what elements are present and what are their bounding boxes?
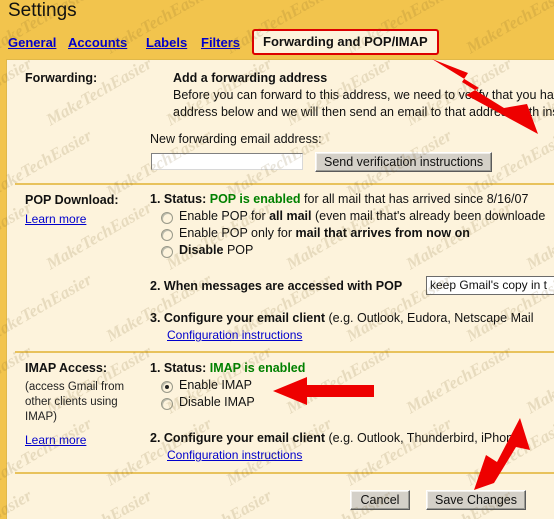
tab-accounts[interactable]: Accounts [68, 35, 127, 50]
cancel-button[interactable]: Cancel [350, 490, 410, 510]
imap-step2-rest: (e.g. Outlook, Thunderbird, iPhone) [325, 431, 525, 445]
imap-configuration-instructions-link[interactable]: Configuration instructions [167, 448, 302, 462]
settings-screenshot: Settings General Accounts Labels Filters… [0, 0, 554, 519]
page-title: Settings [8, 0, 77, 21]
pop-step3-line: 3. Configure your email client (e.g. Out… [150, 310, 533, 327]
radio-enable-imap[interactable] [161, 381, 173, 393]
divider-forwarding-pop [15, 183, 554, 185]
label-enable-imap: Enable IMAP [179, 378, 252, 392]
radio-disable-pop[interactable] [161, 246, 173, 258]
pop-status-prefix: 1. Status: [150, 192, 207, 206]
label-enable-pop-from-now-on: Enable POP only for mail that arrives fr… [179, 226, 470, 240]
new-forwarding-address-label: New forwarding email address: [150, 132, 322, 146]
forwarding-description-line-1: Before you can forward to this address, … [173, 88, 554, 102]
imap-learn-more-link[interactable]: Learn more [25, 433, 86, 447]
pop-option-0-post: (even mail that's already been downloade [311, 209, 546, 223]
pop-learn-more-link[interactable]: Learn more [25, 212, 86, 226]
imap-status-line: 1. Status: IMAP is enabled [150, 360, 305, 377]
imap-step2-bold: 2. Configure your email client [150, 431, 326, 445]
imap-section-label: IMAP Access: [25, 361, 107, 375]
pop-option-1-bold: mail that arrives from now on [295, 226, 470, 240]
forwarding-heading: Add a forwarding address [173, 71, 328, 85]
settings-content-panel: Forwarding: Add a forwarding address Bef… [6, 59, 554, 519]
pop-step3-bold: 3. Configure your email client [150, 311, 326, 325]
imap-status-value: IMAP is enabled [209, 361, 306, 375]
forwarding-section-label: Forwarding: [25, 71, 98, 85]
tab-forwarding-and-pop-imap[interactable]: Forwarding and POP/IMAP [252, 29, 439, 55]
pop-option-0-pre: Enable POP for [179, 209, 270, 223]
radio-disable-imap[interactable] [161, 398, 173, 410]
pop-option-2-post: POP [223, 243, 254, 257]
imap-sub-line-2: other clients using [25, 396, 118, 408]
pop-status-suffix: for all mail that has arrived since 8/16… [304, 192, 529, 206]
pop-step3-rest: (e.g. Outlook, Eudora, Netscape Mail [325, 311, 534, 325]
divider-pop-imap [15, 351, 554, 353]
label-disable-pop: Disable POP [179, 243, 253, 257]
new-forwarding-email-input[interactable] [151, 153, 303, 170]
label-enable-pop-all-mail: Enable POP for all mail (even mail that'… [179, 209, 545, 223]
pop-access-action-select[interactable]: keep Gmail's copy in t [426, 276, 554, 295]
pop-status-value: POP is enabled [209, 192, 301, 206]
pop-option-1-pre: Enable POP only for [179, 226, 296, 240]
forwarding-description-line-2: address below and we will then send an e… [173, 105, 554, 119]
radio-enable-pop-from-now-on[interactable] [161, 229, 173, 241]
divider-imap-footer [15, 472, 554, 474]
pop-option-2-bold: Disable [179, 243, 224, 257]
radio-enable-pop-all-mail[interactable] [161, 212, 173, 224]
imap-step2-line: 2. Configure your email client (e.g. Out… [150, 430, 524, 447]
pop-step2-label: 2. When messages are accessed with POP [150, 279, 403, 293]
pop-section-label: POP Download: [25, 193, 119, 207]
settings-tab-bar: General Accounts Labels Filters Forwardi… [0, 29, 554, 59]
send-verification-instructions-button[interactable]: Send verification instructions [315, 152, 493, 172]
pop-option-0-bold: all mail [269, 209, 312, 223]
pop-configuration-instructions-link[interactable]: Configuration instructions [167, 328, 302, 342]
tab-filters[interactable]: Filters [201, 35, 240, 50]
pop-status-line: 1. Status: POP is enabled for all mail t… [150, 191, 528, 208]
imap-sub-line-1: (access Gmail from [25, 381, 125, 393]
tab-labels[interactable]: Labels [146, 35, 187, 50]
label-disable-imap: Disable IMAP [179, 395, 255, 409]
save-changes-button[interactable]: Save Changes [426, 490, 526, 510]
tab-general[interactable]: General [8, 35, 56, 50]
imap-sub-line-3: IMAP) [25, 411, 57, 423]
imap-status-prefix: 1. Status: [150, 361, 207, 375]
